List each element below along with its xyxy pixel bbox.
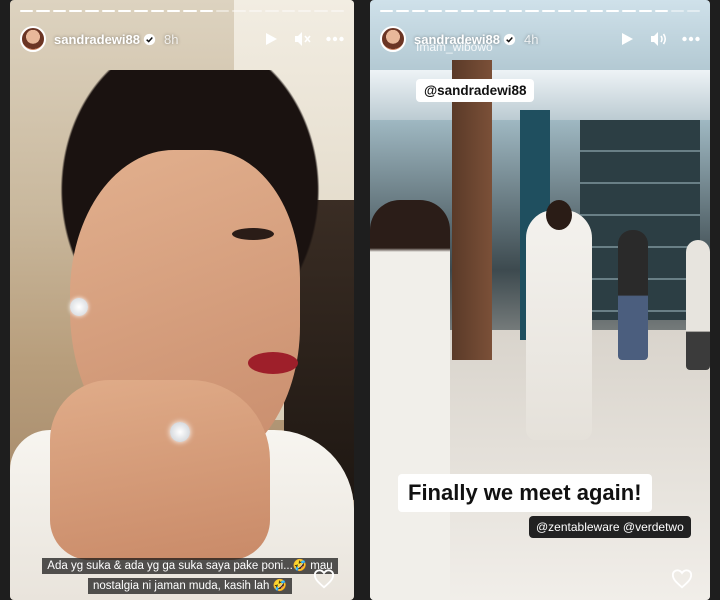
mention-sticker[interactable]: @sandradewi88 xyxy=(416,79,535,102)
heart-icon[interactable] xyxy=(671,568,693,590)
story-right[interactable]: sandradewi88 4h Imam_wibowo @sandradewi8… xyxy=(370,0,710,600)
story-header: sandradewi88 8h xyxy=(20,24,344,54)
verified-icon xyxy=(143,33,156,45)
play-icon[interactable] xyxy=(618,30,636,48)
play-icon[interactable] xyxy=(262,30,280,48)
story-progress xyxy=(20,10,344,12)
story-caption: Ada yg suka & ada yg ga suka saya pake p… xyxy=(40,556,340,596)
heart-icon[interactable] xyxy=(313,568,335,590)
more-icon[interactable] xyxy=(326,30,344,48)
story-left[interactable]: sandradewi88 8h Ada yg suka & ada yg ga … xyxy=(10,0,354,600)
username[interactable]: sandradewi88 xyxy=(54,32,140,47)
story-time: 4h xyxy=(524,31,539,47)
avatar[interactable] xyxy=(20,26,46,52)
story-time: 8h xyxy=(164,31,179,47)
volume-icon[interactable] xyxy=(650,30,668,48)
stories-viewer: sandradewi88 8h Ada yg suka & ada yg ga … xyxy=(0,0,720,600)
mute-icon[interactable] xyxy=(294,30,312,48)
story-caption: Finally we meet again! xyxy=(398,474,652,512)
verified-icon xyxy=(503,33,516,45)
story-progress xyxy=(380,10,701,12)
more-icon[interactable] xyxy=(682,30,700,48)
mention-sticker-bottom[interactable]: @zentableware @verdetwo xyxy=(529,516,691,538)
avatar[interactable] xyxy=(380,26,406,52)
reshared-from-user[interactable]: Imam_wibowo xyxy=(416,40,493,54)
